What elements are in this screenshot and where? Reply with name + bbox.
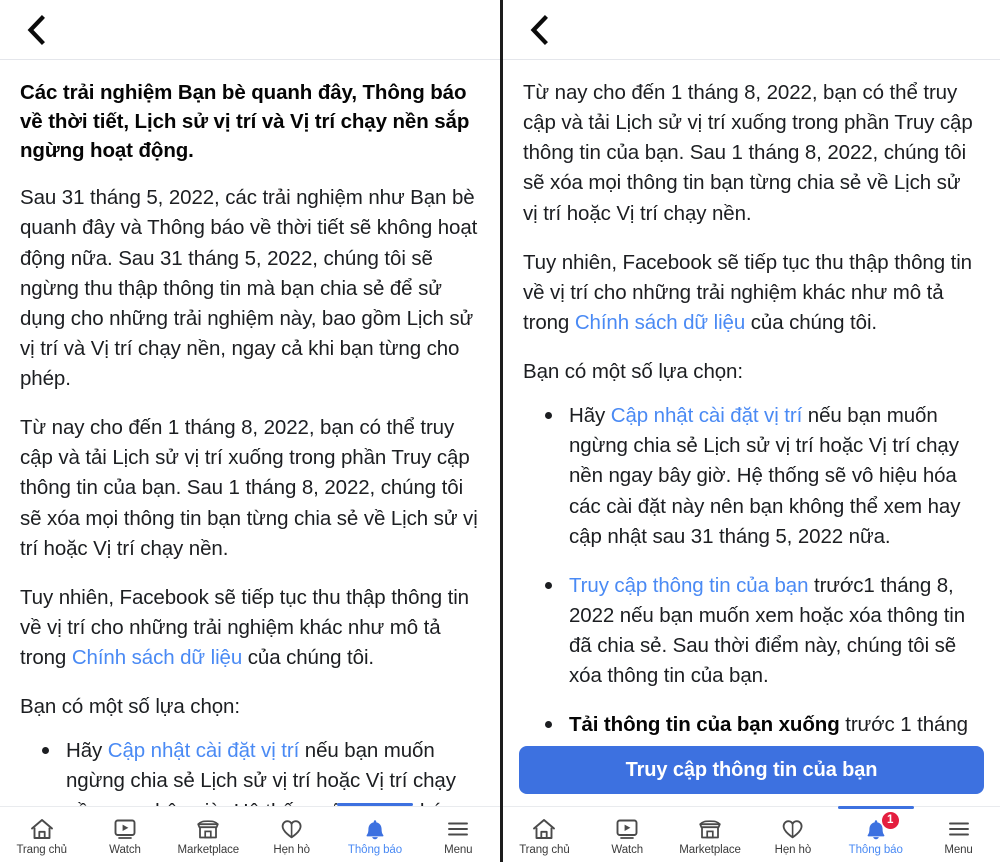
- nav-item-menu[interactable]: Menu: [417, 807, 500, 862]
- home-icon: [29, 816, 55, 842]
- paragraph-3: Tuy nhiên, Facebook sẽ tiếp tục thu thập…: [20, 583, 480, 673]
- home-icon: [531, 816, 557, 842]
- nav-item-watch[interactable]: Watch: [586, 807, 669, 862]
- right-choices-list: Hãy Cập nhật cài đặt vị trí nếu bạn muốn…: [523, 401, 980, 738]
- list-item: Truy cập thông tin của bạn trước1 tháng …: [523, 571, 980, 692]
- nav-label: Marketplace: [177, 843, 240, 856]
- right-article-body: Từ nay cho đến 1 tháng 8, 2022, bạn có t…: [503, 60, 1000, 738]
- paragraph-2: Tuy nhiên, Facebook sẽ tiếp tục thu thập…: [523, 248, 980, 338]
- dating-icon: [780, 816, 806, 842]
- back-button[interactable]: [519, 10, 559, 50]
- access-your-information-button[interactable]: Truy cập thông tin của bạn: [519, 746, 984, 794]
- nav-item-marketplace[interactable]: Marketplace: [669, 807, 752, 862]
- nav-label: Hẹn hò: [273, 843, 310, 856]
- nav-label: Hẹn hò: [774, 843, 812, 856]
- data-policy-link[interactable]: Chính sách dữ liệu: [575, 311, 745, 334]
- bullet-1-before: Hãy: [569, 404, 611, 428]
- paragraph-2: Từ nay cho đến 1 tháng 8, 2022, bạn có t…: [20, 416, 478, 560]
- page-title: Các trải nghiệm Bạn bè quanh đây, Thông …: [20, 81, 470, 163]
- right-bottom-navigation: Trang chủ Watch Marketplace Hẹn hò 1 Thô…: [503, 806, 1000, 862]
- paragraph-1: Sau 31 tháng 5, 2022, các trải nghiệm nh…: [20, 186, 478, 391]
- chevron-left-icon: [528, 14, 550, 45]
- nav-item-watch[interactable]: Watch: [83, 807, 166, 862]
- cta-container: Truy cập thông tin của bạn: [503, 738, 1000, 806]
- nav-item-trang-chu[interactable]: Trang chủ: [0, 807, 83, 862]
- access-your-information-link[interactable]: Truy cập thông tin của bạn: [569, 574, 808, 597]
- active-tab-indicator: [837, 806, 914, 809]
- nav-label: Trang chủ: [16, 843, 67, 856]
- nav-label: Trang chủ: [519, 843, 570, 856]
- data-policy-link[interactable]: Chính sách dữ liệu: [72, 646, 242, 669]
- nav-label: Thông báo: [848, 843, 903, 856]
- chevron-left-icon: [25, 14, 47, 45]
- marketplace-icon: [697, 816, 723, 842]
- active-tab-indicator: [336, 803, 413, 806]
- left-app-header: [0, 0, 500, 60]
- nav-item-thong-bao[interactable]: Thông báo: [333, 803, 416, 862]
- nav-item-menu[interactable]: Menu: [917, 807, 1000, 862]
- marketplace-icon: [195, 816, 221, 842]
- nav-label: Menu: [444, 843, 473, 856]
- nav-item-trang-chu[interactable]: Trang chủ: [503, 807, 586, 862]
- nav-label: Menu: [944, 843, 973, 856]
- nav-label: Thông báo: [347, 843, 403, 856]
- list-item: Hãy Cập nhật cài đặt vị trí nếu bạn muốn…: [523, 401, 980, 552]
- paragraph-2-text-after: của chúng tôi.: [745, 310, 877, 334]
- bullet-1-before: Hãy: [66, 739, 108, 763]
- nav-item-hen-ho[interactable]: Hẹn hò: [250, 807, 333, 862]
- choices-lead-in: Bạn có một số lựa chọn:: [523, 360, 743, 383]
- download-your-information-label: Tải thông tin của bạn xuống: [569, 713, 840, 737]
- nav-item-marketplace[interactable]: Marketplace: [167, 807, 250, 862]
- back-button[interactable]: [16, 10, 56, 50]
- paragraph-3-text-after: của chúng tôi.: [242, 646, 374, 670]
- left-choices-list: Hãy Cập nhật cài đặt vị trí nếu bạn muốn…: [20, 736, 480, 806]
- list-item: Tải thông tin của bạn xuống trước 1 thán…: [523, 710, 980, 738]
- list-item: Hãy Cập nhật cài đặt vị trí nếu bạn muốn…: [20, 736, 480, 806]
- right-phone-screen: Từ nay cho đến 1 tháng 8, 2022, bạn có t…: [500, 0, 1000, 862]
- watch-icon: [112, 816, 138, 842]
- nav-label: Watch: [611, 843, 644, 856]
- dating-icon: [279, 816, 305, 842]
- hamburger-icon: [946, 816, 972, 842]
- nav-label: Watch: [109, 843, 141, 856]
- left-phone-screen: Các trải nghiệm Bạn bè quanh đây, Thông …: [0, 0, 500, 862]
- nav-item-hen-ho[interactable]: Hẹn hò: [751, 807, 834, 862]
- paragraph-1: Từ nay cho đến 1 tháng 8, 2022, bạn có t…: [523, 81, 973, 225]
- hamburger-icon: [445, 816, 471, 842]
- dual-screenshot-stage: Các trải nghiệm Bạn bè quanh đây, Thông …: [0, 0, 1000, 862]
- choices-lead-in: Bạn có một số lựa chọn:: [20, 695, 240, 719]
- notification-badge: 1: [880, 810, 900, 830]
- update-location-settings-link[interactable]: Cập nhật cài đặt vị trí: [108, 739, 300, 762]
- update-location-settings-link[interactable]: Cập nhật cài đặt vị trí: [611, 404, 803, 427]
- left-article-body: Các trải nghiệm Bạn bè quanh đây, Thông …: [0, 60, 500, 806]
- left-bottom-navigation: Trang chủ Watch Marketplace Hẹn hò Thông…: [0, 803, 500, 862]
- watch-icon: [614, 816, 640, 842]
- nav-item-thong-bao[interactable]: 1 Thông báo: [834, 806, 917, 862]
- right-app-header: [503, 0, 1000, 60]
- bell-icon: 1: [863, 810, 900, 842]
- bell-icon: [362, 816, 388, 842]
- nav-label: Marketplace: [679, 843, 741, 856]
